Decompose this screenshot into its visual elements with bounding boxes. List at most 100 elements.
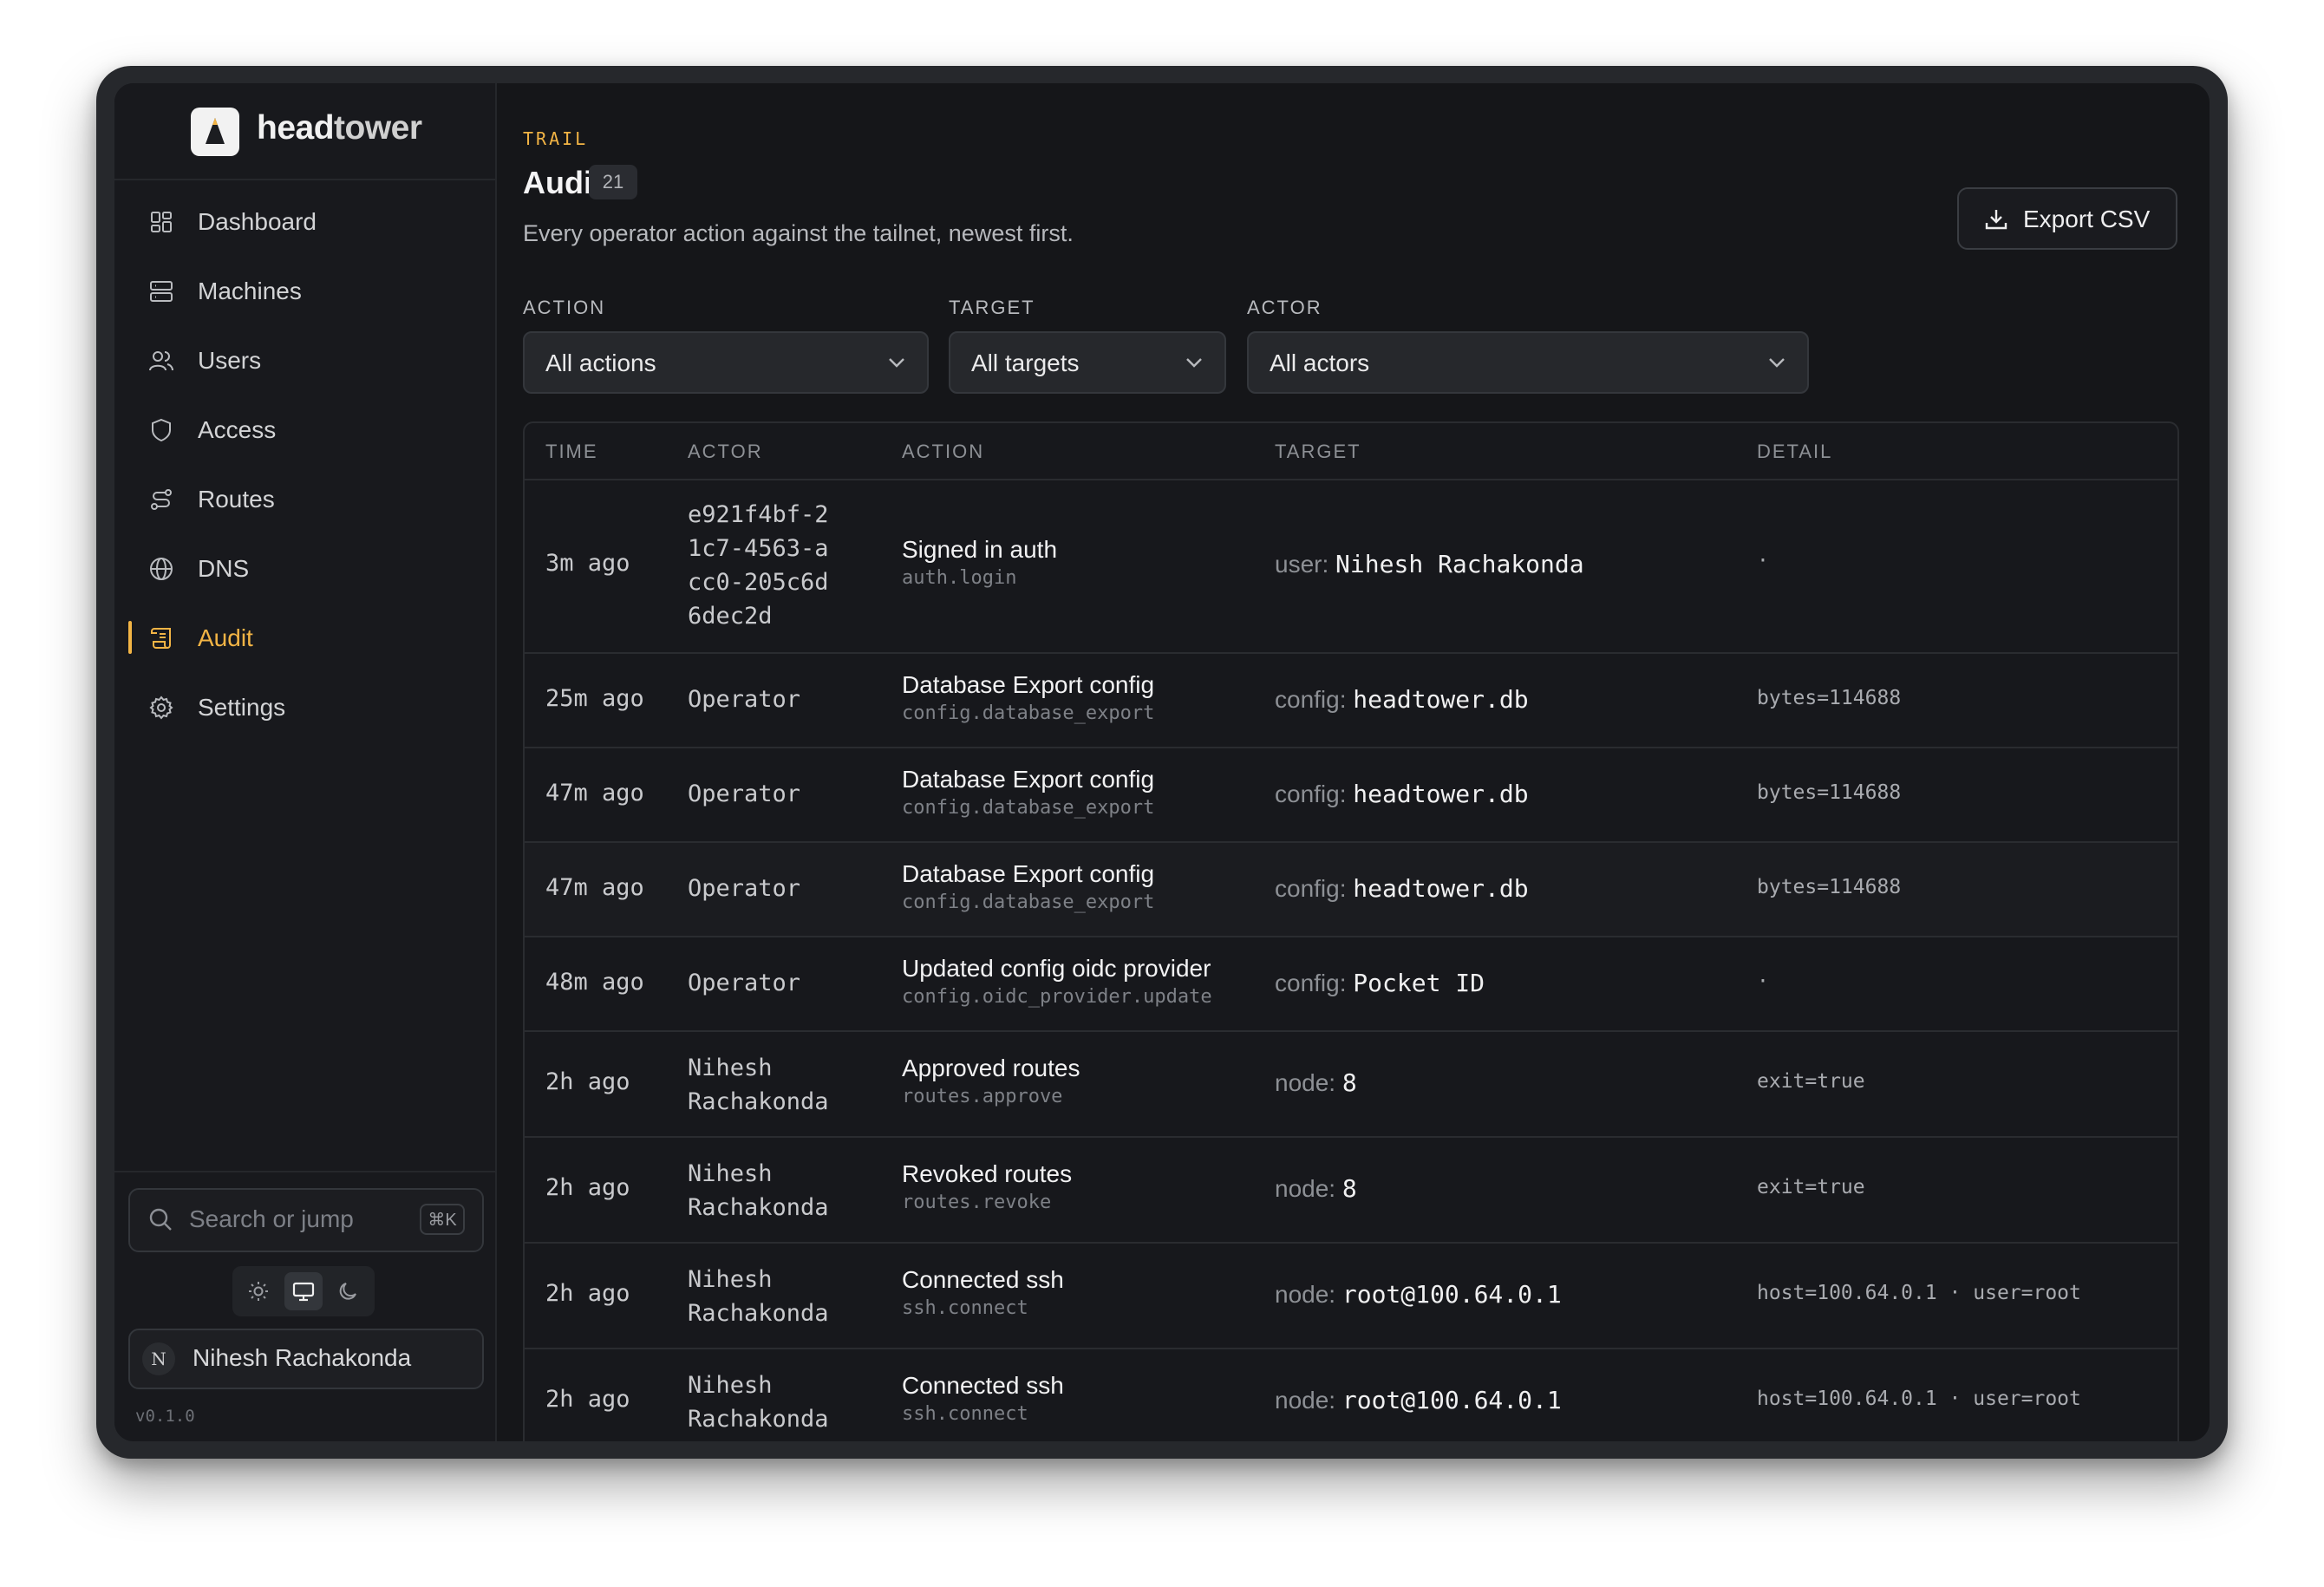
- sidebar-footer: Search or jump ⌘K N Nihesh Rachakonda v0…: [114, 1171, 495, 1441]
- row-time: 3m ago: [545, 550, 630, 577]
- row-time: 2h ago: [545, 1174, 630, 1201]
- app-screen: headtower Dashboard Machines Users Acces…: [114, 83, 2210, 1441]
- column-header-time[interactable]: TIME: [545, 441, 598, 463]
- sidebar-item-users[interactable]: Users: [114, 331, 495, 389]
- row-target: user: Nihesh Rachakonda: [1275, 550, 1584, 578]
- routes-icon: [151, 489, 172, 510]
- theme-dark-button[interactable]: [330, 1272, 368, 1310]
- sidebar-item-label: Routes: [198, 486, 275, 513]
- shield-icon: [152, 418, 171, 442]
- row-target: node: root@100.64.0.1: [1275, 1280, 1562, 1309]
- window-frame: headtower Dashboard Machines Users Acces…: [96, 66, 2228, 1459]
- sidebar-item-label: Settings: [198, 694, 286, 721]
- scroll-icon: [151, 628, 171, 649]
- row-action-code: ssh.connect: [902, 1403, 1028, 1425]
- search-input[interactable]: Search or jump ⌘K: [128, 1188, 484, 1252]
- column-header-actor[interactable]: ACTOR: [688, 441, 763, 463]
- table-row[interactable]: 2h ago Nihesh Rachakonda Approved routes…: [525, 1032, 2177, 1138]
- page-eyebrow: TRAIL: [523, 128, 589, 149]
- gear-icon: [149, 696, 173, 720]
- table-row[interactable]: 25m ago Operator Database Export config …: [525, 654, 2177, 748]
- row-time: 2h ago: [545, 1386, 630, 1413]
- row-target: node: 8: [1275, 1068, 1357, 1097]
- user-menu[interactable]: N Nihesh Rachakonda: [128, 1329, 484, 1389]
- audit-table: TIME ACTOR ACTION TARGET DETAIL 3m ago e…: [523, 421, 2179, 1441]
- row-target: node: root@100.64.0.1: [1275, 1386, 1562, 1414]
- row-target: config: headtower.db: [1275, 874, 1529, 903]
- row-action-code: config.database_export: [902, 702, 1155, 724]
- row-actor: e921f4bf-21c7-4563-acc0-205c6d6dec2d: [688, 501, 829, 630]
- row-action-code: routes.revoke: [902, 1192, 1052, 1213]
- row-time: 47m ago: [545, 780, 644, 807]
- dashboard-icon: [151, 212, 172, 232]
- row-action: Signed in auth: [902, 536, 1058, 563]
- row-action: Database Export config: [902, 766, 1155, 793]
- row-time: 2h ago: [545, 1068, 630, 1095]
- filter-actor-select[interactable]: All actors: [1247, 331, 1809, 394]
- sidebar-item-routes[interactable]: Routes: [114, 470, 495, 527]
- moon-icon: [339, 1283, 356, 1300]
- row-detail: bytes=114688: [1757, 687, 1902, 709]
- sidebar-item-dashboard[interactable]: Dashboard: [114, 193, 495, 250]
- table-row[interactable]: 2h ago Nihesh Rachakonda Connected ssh s…: [525, 1349, 2177, 1441]
- row-action: Database Export config: [902, 860, 1155, 887]
- row-target: config: headtower.db: [1275, 780, 1529, 808]
- row-actor: Nihesh Rachakonda: [688, 1160, 829, 1221]
- row-action: Connected ssh: [902, 1266, 1064, 1293]
- sidebar-item-access[interactable]: Access: [114, 401, 495, 458]
- export-csv-button[interactable]: Export CSV: [1957, 187, 2177, 250]
- sidebar-item-audit[interactable]: Audit: [114, 609, 495, 666]
- sun-icon: [249, 1282, 268, 1301]
- table-row[interactable]: 48m ago Operator Updated config oidc pro…: [525, 937, 2177, 1032]
- table-row[interactable]: 3m ago e921f4bf-21c7-4563-acc0-205c6d6de…: [525, 479, 2177, 654]
- filter-actor-label: ACTOR: [1247, 297, 1322, 318]
- theme-toggle: [232, 1266, 375, 1316]
- main-content: TRAIL Audit 21 Every operator action aga…: [495, 83, 2210, 1441]
- table-row[interactable]: 47m ago Operator Database Export config …: [525, 748, 2177, 843]
- sidebar-item-dns[interactable]: DNS: [114, 539, 495, 597]
- sidebar-item-label: Machines: [198, 278, 302, 304]
- table-row[interactable]: 2h ago Nihesh Rachakonda Connected ssh s…: [525, 1244, 2177, 1349]
- sidebar-item-machines[interactable]: Machines: [114, 262, 495, 319]
- search-icon: [149, 1208, 172, 1231]
- row-detail: ·: [1757, 970, 1769, 993]
- search-placeholder: Search or jump: [189, 1205, 354, 1232]
- theme-light-button[interactable]: [239, 1272, 277, 1310]
- chevron-down-icon: [1186, 358, 1202, 368]
- monitor-icon: [292, 1282, 315, 1302]
- column-header-detail[interactable]: DETAIL: [1757, 441, 1832, 463]
- filter-target-value: All targets: [971, 349, 1080, 376]
- row-action: Approved routes: [902, 1055, 1080, 1081]
- row-target: config: Pocket ID: [1275, 969, 1485, 997]
- row-detail: ·: [1757, 550, 1769, 572]
- filter-actor-value: All actors: [1270, 349, 1370, 376]
- row-time: 25m ago: [545, 685, 644, 712]
- row-action: Revoked routes: [902, 1160, 1073, 1187]
- row-action-code: auth.login: [902, 567, 1017, 589]
- row-actor: Operator: [688, 686, 801, 713]
- row-detail: host=100.64.0.1 · user=root: [1757, 1388, 2081, 1410]
- theme-system-button[interactable]: [284, 1272, 323, 1310]
- user-name: Nihesh Rachakonda: [193, 1344, 412, 1371]
- row-actor: Operator: [688, 780, 801, 807]
- filter-target-select[interactable]: All targets: [949, 331, 1226, 394]
- row-detail: bytes=114688: [1757, 876, 1902, 898]
- column-header-target[interactable]: TARGET: [1275, 441, 1361, 463]
- chevron-down-icon: [1769, 358, 1785, 368]
- column-header-action[interactable]: ACTION: [902, 441, 984, 463]
- row-detail: host=100.64.0.1 · user=root: [1757, 1282, 2081, 1304]
- row-action-code: routes.approve: [902, 1086, 1063, 1107]
- row-action-code: ssh.connect: [902, 1297, 1028, 1319]
- filter-action-label: ACTION: [523, 297, 606, 318]
- filter-action-select[interactable]: All actions: [523, 331, 929, 394]
- row-time: 47m ago: [545, 874, 644, 901]
- table-row[interactable]: 47m ago Operator Database Export config …: [525, 843, 2177, 937]
- page-subtitle: Every operator action against the tailne…: [523, 220, 1074, 246]
- sidebar-item-label: Users: [198, 347, 262, 374]
- sidebar-item-settings[interactable]: Settings: [114, 678, 495, 735]
- chevron-down-icon: [889, 358, 904, 368]
- row-action-code: config.oidc_provider.update: [902, 986, 1212, 1008]
- active-indicator: [128, 621, 132, 654]
- table-row[interactable]: 2h ago Nihesh Rachakonda Revoked routes …: [525, 1138, 2177, 1244]
- row-actor: Nihesh Rachakonda: [688, 1266, 829, 1327]
